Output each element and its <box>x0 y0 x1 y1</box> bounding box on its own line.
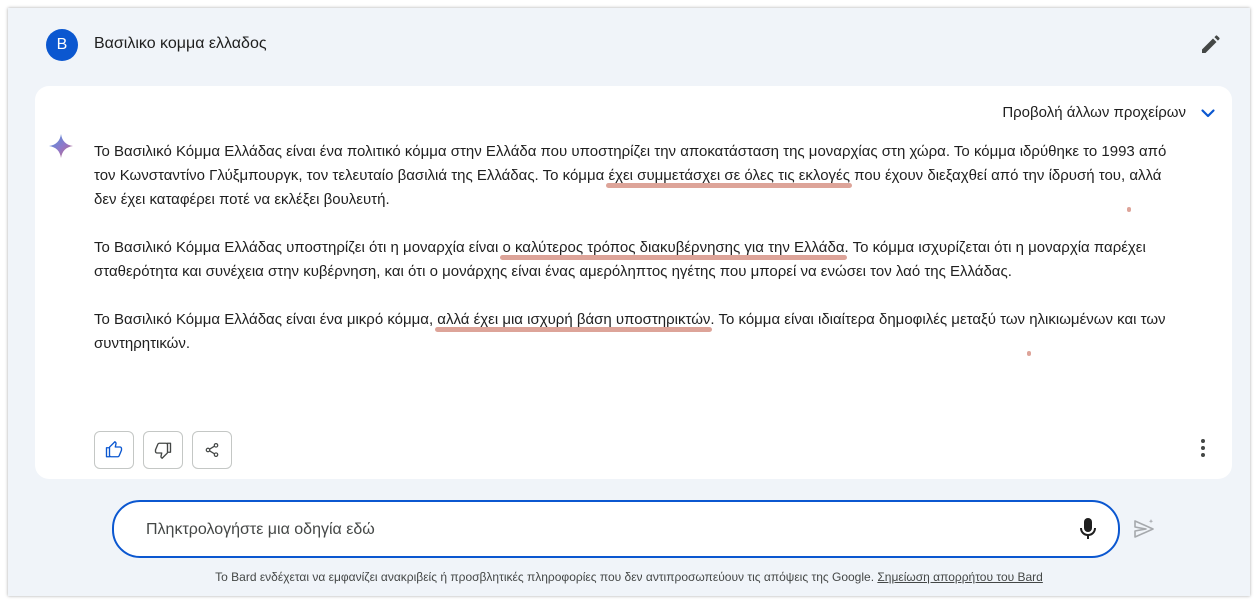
chevron-down-icon <box>1201 108 1215 117</box>
thumbs-up-icon <box>105 441 123 458</box>
share-button[interactable] <box>192 431 232 469</box>
paragraph-1: Το Βασιλικό Κόμμα Ελλάδας είναι ένα πολι… <box>94 140 1174 212</box>
highlighted-text: ο καλύτερος τρόπος διακυβέρνησης για την… <box>502 239 845 256</box>
response-actions <box>94 431 232 469</box>
view-drafts-label: Προβολή άλλων προχείρων <box>1002 104 1186 121</box>
disclaimer-footer: Το Bard ενδέχεται να εμφανίζει ανακριβεί… <box>8 570 1250 584</box>
paragraph-3: Το Βασιλικό Κόμμα Ελλάδας είναι ένα μικρ… <box>94 308 1174 356</box>
privacy-link[interactable]: Σημείωση απορρήτου του Bard <box>877 570 1042 584</box>
highlighted-text: αλλά έχει μια ισχυρή βάση υποστηρικτών <box>437 311 711 328</box>
thumbs-up-button[interactable] <box>94 431 134 469</box>
text-run: Το Βασιλικό Κόμμα Ελλάδας είναι ένα μικρ… <box>94 311 438 328</box>
user-avatar: B <box>46 29 78 61</box>
thumbs-down-button[interactable] <box>143 431 183 469</box>
microphone-icon[interactable] <box>1078 517 1098 541</box>
sparkle-icon <box>48 133 74 159</box>
send-icon[interactable] <box>1132 517 1156 541</box>
paragraph-2: Το Βασιλικό Κόμμα Ελλάδας υποστηρίζει ότ… <box>94 236 1174 284</box>
bard-window: B Βασιλικο κομμα ελλαδος Προβολή άλλων π… <box>8 8 1250 596</box>
text-run: . <box>185 335 191 352</box>
share-icon <box>205 443 219 457</box>
user-prompt: Βασιλικο κομμα ελλαδος <box>94 35 267 52</box>
thumbs-down-icon <box>154 442 172 459</box>
text-run: . Το κόμμα είναι ιδιαίτερα δημοφιλές μετ… <box>710 311 1030 328</box>
text-run: Το Βασιλικό Κόμμα Ελλάδας υποστηρίζει ότ… <box>94 239 503 256</box>
view-drafts-button[interactable]: Προβολή άλλων προχείρων <box>1002 104 1216 121</box>
more-vert-icon[interactable] <box>1200 438 1206 458</box>
text-run: που έχουν διεξαχθεί από την ίδρυσή του, <box>849 167 1130 184</box>
prompt-input-container <box>112 500 1120 558</box>
disclaimer-text: Το Bard ενδέχεται να εμφανίζει ανακριβεί… <box>215 570 878 584</box>
response-text: Το Βασιλικό Κόμμα Ελλάδας είναι ένα πολι… <box>94 140 1174 380</box>
response-card: Προβολή άλλων προχείρων Το Βασιλικό Κόμμ… <box>35 86 1232 479</box>
highlighted-text: έχει συμμετάσχει σε όλες τις εκλογές <box>608 167 850 184</box>
pencil-icon[interactable] <box>1198 33 1222 57</box>
text-run: . <box>385 191 390 208</box>
prompt-input[interactable] <box>144 502 1048 558</box>
avatar-letter: B <box>56 36 68 53</box>
